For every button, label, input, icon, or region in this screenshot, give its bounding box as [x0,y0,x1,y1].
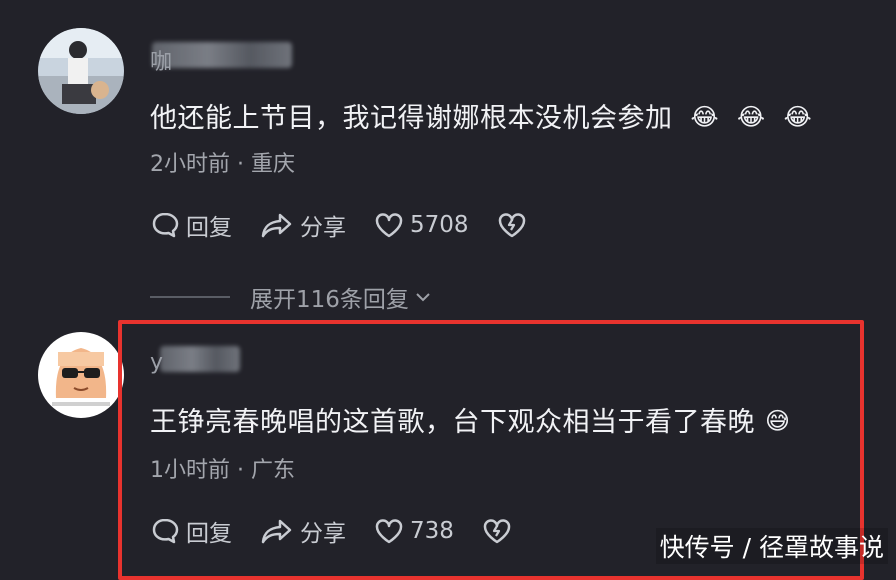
comment-location: 重庆 [250,152,295,177]
dislike-button[interactable] [497,210,533,240]
comment-meta: 2小时前 · 重庆 [150,146,295,178]
username-blurred [152,42,292,68]
emoji-laugh-icon: 😂 [690,103,720,131]
avatar-user-1[interactable] [38,28,124,114]
emoji-laugh-icon: 😂 [783,103,813,131]
divider-line [150,296,230,298]
username-fragment[interactable]: 咖 [150,44,172,76]
avatar-user-2[interactable] [38,332,124,418]
heart-icon [375,213,403,238]
comment-bubble-icon [152,212,179,238]
expand-replies[interactable]: 展开116条回复 [150,280,433,314]
comment-text: 他还能上节目，我记得谢娜根本没机会参加 😂 😂 😂 [150,96,812,135]
emoji-laugh-icon: 😂 [737,103,766,131]
reply-button[interactable]: 回复 [150,208,232,242]
share-button[interactable]: 分享 [260,208,346,242]
watermark: 快传号 / 径罩故事说 [655,528,888,564]
share-arrow-icon [261,213,292,238]
share-label: 分享 [300,215,346,241]
chevron-down-icon [416,293,430,302]
expand-replies-label: 展开116条回复 [250,287,409,313]
meta-separator: · [230,152,251,177]
comment-body: 他还能上节目，我记得谢娜根本没机会参加 [150,103,673,134]
broken-heart-icon [498,213,525,238]
comment-actions: 回复 分享 5708 [150,208,561,242]
like-count: 5708 [410,212,469,238]
comment-time: 2小时前 [150,152,230,177]
like-button[interactable]: 5708 [374,210,469,240]
reply-label: 回复 [186,215,232,241]
